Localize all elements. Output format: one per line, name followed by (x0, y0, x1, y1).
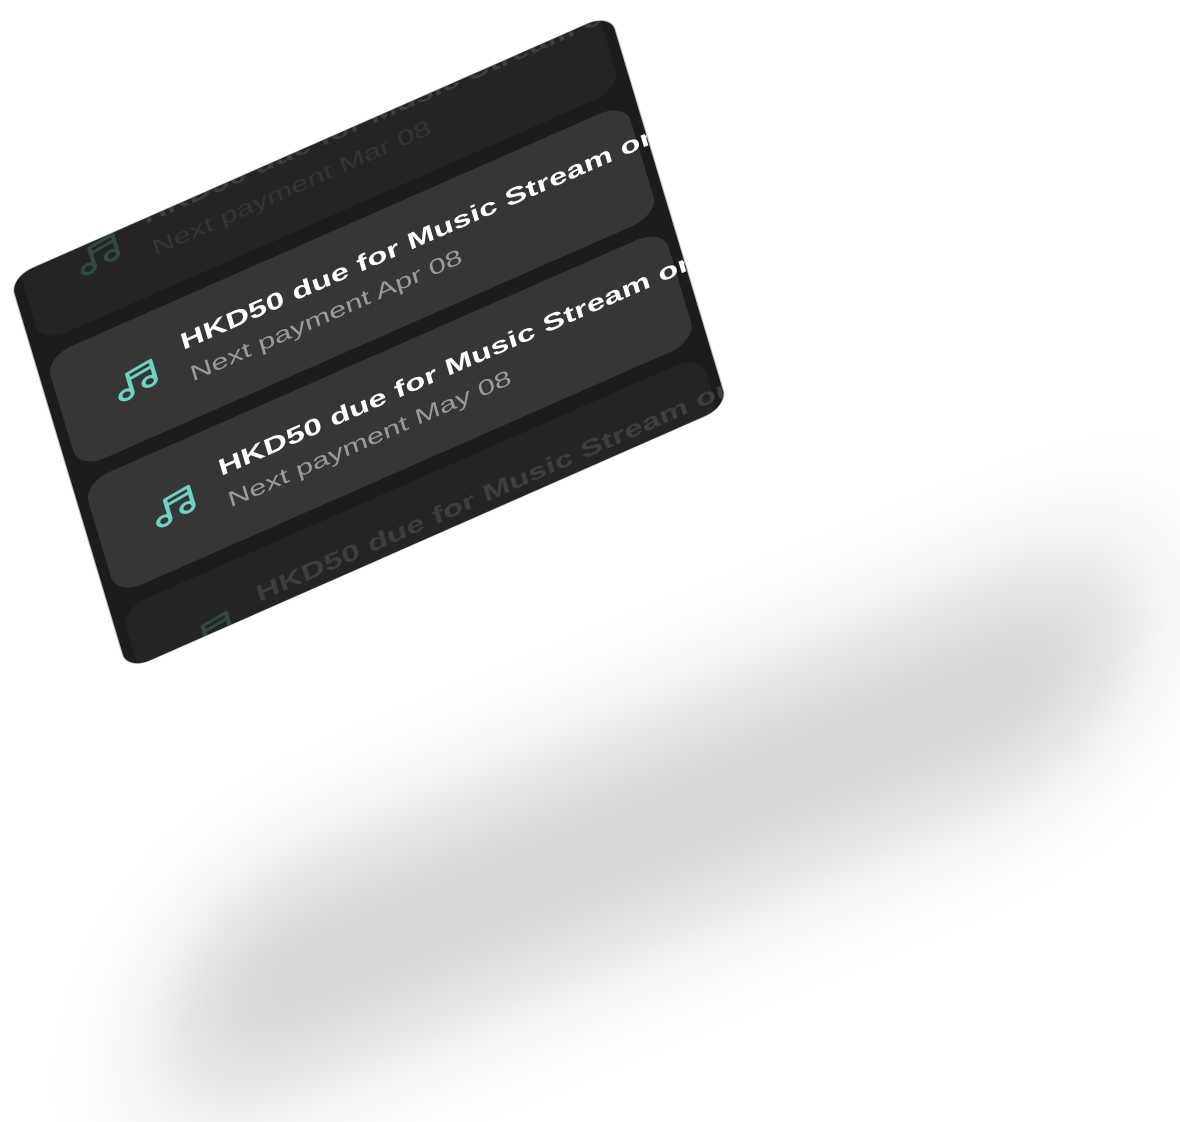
music-note-icon (178, 601, 246, 665)
music-note-icon (102, 349, 170, 413)
drop-shadow (156, 517, 1144, 1122)
canvas: HKD50 due for Music Stream on Feb 08 Nex… (0, 0, 1180, 1122)
notification-list: HKD50 due for Music Stream on Feb 08 Nex… (10, 14, 728, 670)
notification-panel: HKD50 due for Music Stream on Feb 08 Nex… (10, 14, 728, 670)
tilted-panel: HKD50 due for Music Stream on Feb 08 Nex… (10, 14, 728, 670)
music-note-icon (140, 475, 208, 539)
music-note-icon (64, 223, 132, 287)
